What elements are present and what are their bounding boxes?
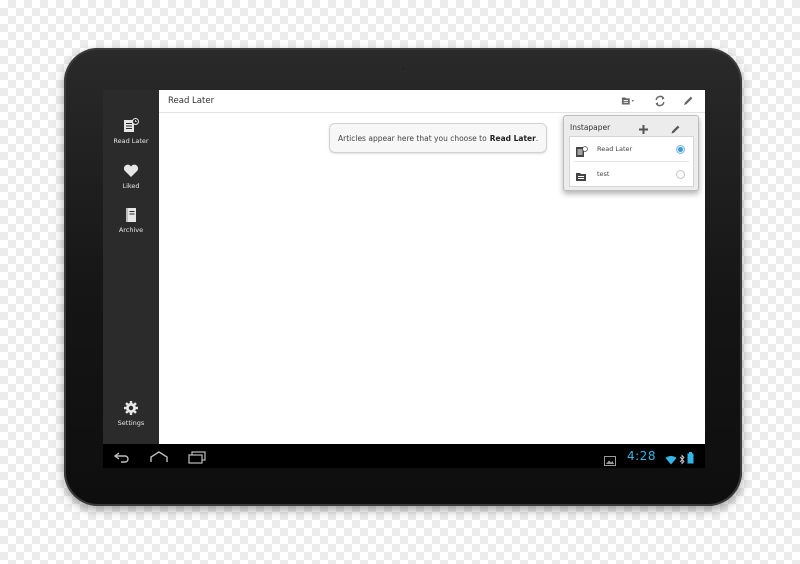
sidebar: Read Later Liked Archive Settings xyxy=(103,90,159,444)
page-title: Read Later xyxy=(168,96,215,106)
folder-icon xyxy=(575,168,589,187)
system-bar: 4:28 xyxy=(103,444,705,468)
folder-name: Read Later xyxy=(597,145,633,153)
heart-icon xyxy=(122,163,140,179)
recent-apps-icon[interactable] xyxy=(187,449,207,468)
folder-radio[interactable] xyxy=(676,170,685,179)
main-content: Read Later Articles appear here that you… xyxy=(159,90,705,444)
gear-icon xyxy=(122,400,140,416)
empty-state-message: Articles appear here that you choose to R… xyxy=(329,123,548,153)
sync-icon[interactable] xyxy=(653,94,667,108)
action-bar: Read Later xyxy=(159,90,705,113)
popup-header: Instapaper xyxy=(564,116,698,136)
gallery-icon xyxy=(604,451,616,468)
sidebar-item-settings[interactable]: Settings xyxy=(103,400,159,440)
folder-popup: Instapaper Read Later test xyxy=(563,115,699,191)
folder-radio-selected[interactable] xyxy=(676,145,685,154)
battery-icon xyxy=(687,449,694,468)
sidebar-item-liked[interactable]: Liked xyxy=(103,163,159,203)
archive-icon xyxy=(122,207,140,223)
sidebar-item-label: Read Later xyxy=(113,137,149,145)
folder-list: Read Later test xyxy=(569,136,694,187)
front-camera xyxy=(400,65,407,72)
empty-state-text: Articles appear here that you choose to xyxy=(338,133,487,143)
read-later-folder-icon xyxy=(575,143,589,162)
clock: 4:28 xyxy=(627,449,656,463)
back-icon[interactable] xyxy=(113,449,131,468)
sidebar-item-archive[interactable]: Archive xyxy=(103,207,159,247)
folder-row-test[interactable]: test xyxy=(570,162,693,186)
read-later-icon xyxy=(122,118,140,134)
home-icon[interactable] xyxy=(149,449,169,468)
tablet-device: Read Later Liked Archive Settings Read L… xyxy=(64,48,742,506)
empty-state-suffix: . xyxy=(535,133,539,143)
folder-row-read-later[interactable]: Read Later xyxy=(570,137,693,161)
sidebar-item-read-later[interactable]: Read Later xyxy=(103,118,159,158)
folder-dropdown-icon[interactable] xyxy=(621,94,635,108)
bluetooth-icon xyxy=(679,450,685,468)
wifi-icon xyxy=(665,450,677,468)
edit-icon[interactable] xyxy=(681,94,695,108)
settings-label: Settings xyxy=(117,419,145,427)
sidebar-item-label: Archive xyxy=(118,226,144,234)
device-screen: Read Later Liked Archive Settings Read L… xyxy=(103,90,705,468)
sidebar-item-label: Liked xyxy=(122,182,140,190)
folder-name: test xyxy=(597,170,610,178)
popup-title: Instapaper xyxy=(570,123,611,132)
empty-state-emphasis: Read Later xyxy=(489,133,536,143)
